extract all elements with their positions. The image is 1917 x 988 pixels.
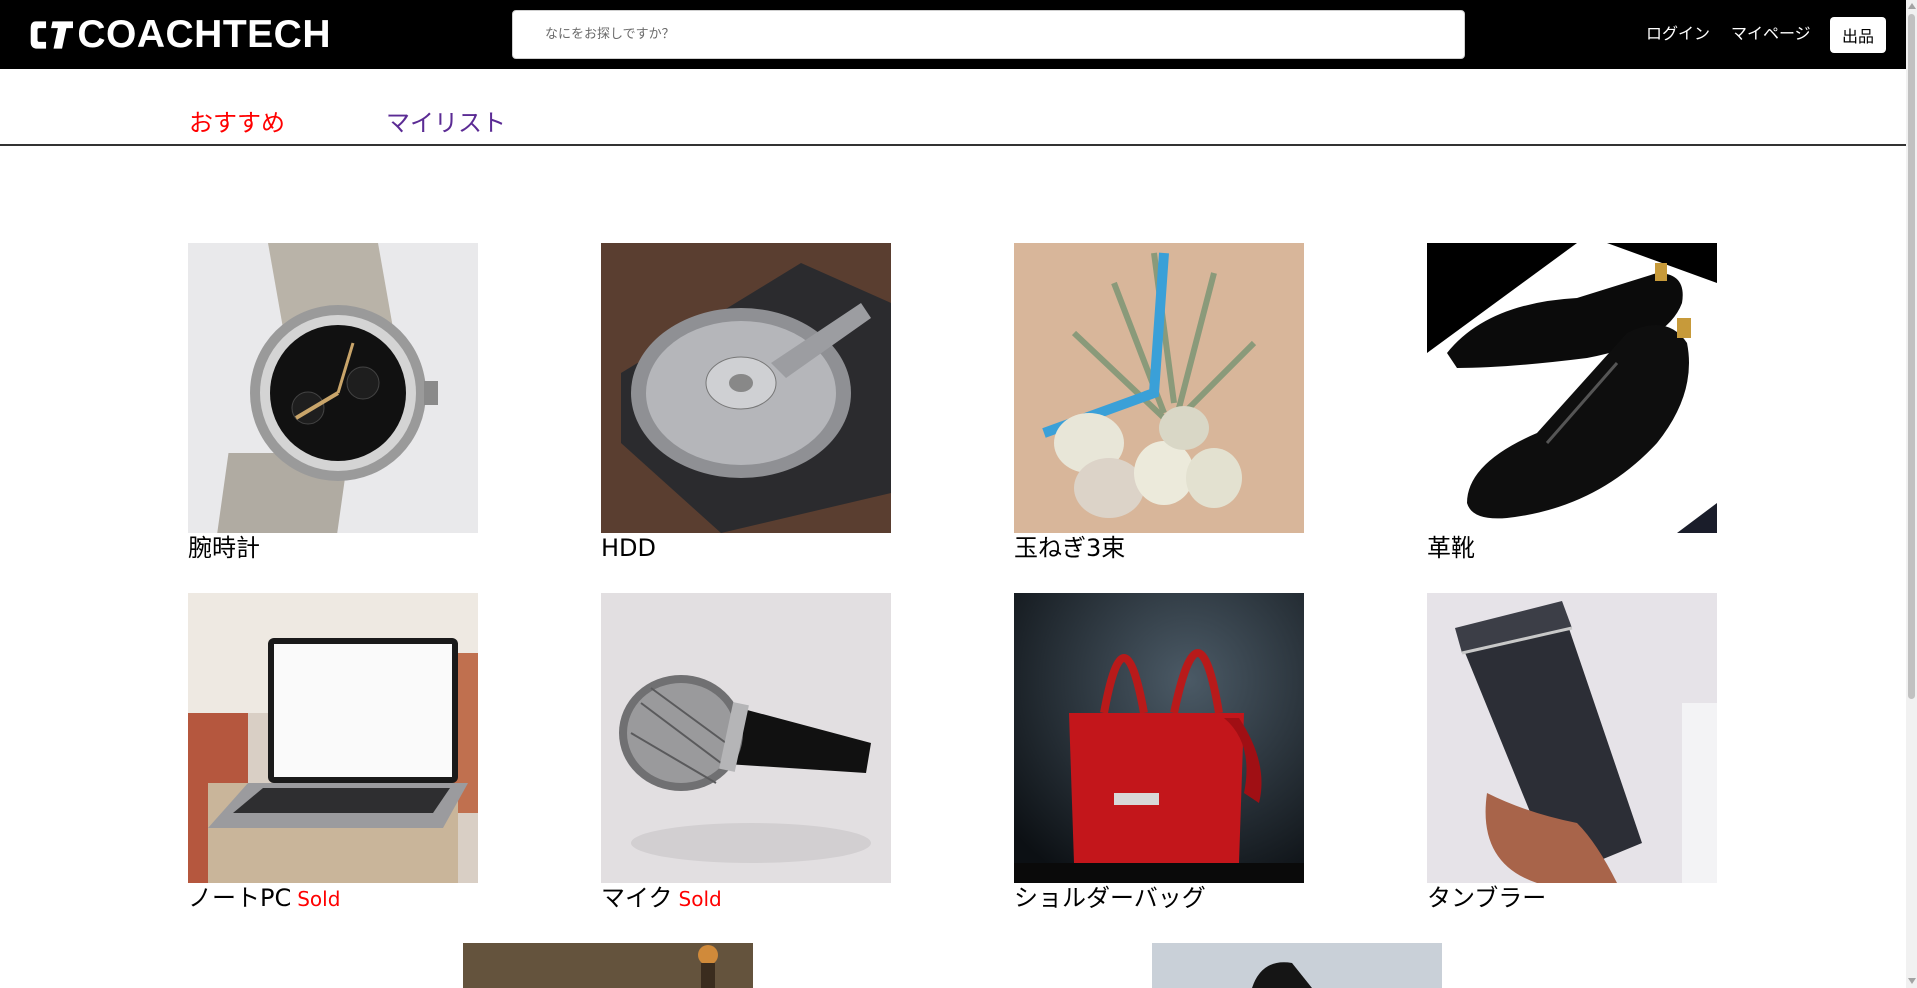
laptop-image <box>188 593 478 883</box>
leather-shoes-image <box>1427 243 1717 533</box>
item-name: HDD <box>601 534 657 562</box>
item-name: 革靴 <box>1427 534 1475 562</box>
item-image <box>1152 943 1442 988</box>
site-header: COACHTECH ログイン マイページ 出品 <box>0 0 1917 69</box>
page-scrollbar[interactable] <box>1906 0 1917 988</box>
microphone-image <box>601 593 891 883</box>
logo-text: COACHTECH <box>77 13 331 56</box>
item-image <box>463 943 753 988</box>
sold-badge: Sold <box>297 887 341 911</box>
login-link[interactable]: ログイン <box>1646 24 1710 44</box>
item-card[interactable]: タンブラー <box>1427 593 1717 914</box>
mypage-link[interactable]: マイページ <box>1731 24 1811 44</box>
hard-disk-image <box>601 243 891 533</box>
sell-button[interactable]: 出品 <box>1830 17 1886 53</box>
item-card[interactable] <box>463 943 753 988</box>
tab-mylist[interactable]: マイリスト <box>386 109 506 137</box>
item-card[interactable]: ショルダーバッグ <box>1014 593 1304 914</box>
item-card[interactable]: 腕時計 <box>188 243 478 564</box>
item-name: ノートPC Sold <box>188 884 341 912</box>
item-name: ショルダーバッグ <box>1014 884 1206 912</box>
scroll-down-icon[interactable] <box>1908 978 1916 984</box>
ct-logo-icon <box>30 21 74 49</box>
onion-bundle-image <box>1014 243 1304 533</box>
scroll-up-icon[interactable] <box>1908 3 1916 9</box>
tab-recommend[interactable]: おすすめ <box>189 109 285 137</box>
item-name: 腕時計 <box>188 534 260 562</box>
item-card[interactable]: ノートPC Sold <box>188 593 478 914</box>
tumbler-image <box>1427 593 1717 883</box>
item-card[interactable]: 玉ねぎ3束 <box>1014 243 1304 564</box>
item-name: 玉ねぎ3束 <box>1014 534 1126 562</box>
item-card[interactable] <box>1152 943 1442 988</box>
coachtech-logo[interactable]: COACHTECH <box>29 13 331 56</box>
item-tabs: おすすめ マイリスト <box>0 69 1906 146</box>
item-card[interactable]: HDD <box>601 243 891 564</box>
item-card[interactable]: 革靴 <box>1427 243 1717 564</box>
wristwatch-image <box>188 243 478 533</box>
scroll-thumb[interactable] <box>1908 14 1915 699</box>
item-name: マイク Sold <box>601 884 722 912</box>
sold-badge: Sold <box>678 887 722 911</box>
item-name: タンブラー <box>1427 884 1547 912</box>
search-input[interactable] <box>512 10 1465 59</box>
shoulder-bag-image <box>1014 593 1304 883</box>
item-card[interactable]: マイク Sold <box>601 593 891 914</box>
